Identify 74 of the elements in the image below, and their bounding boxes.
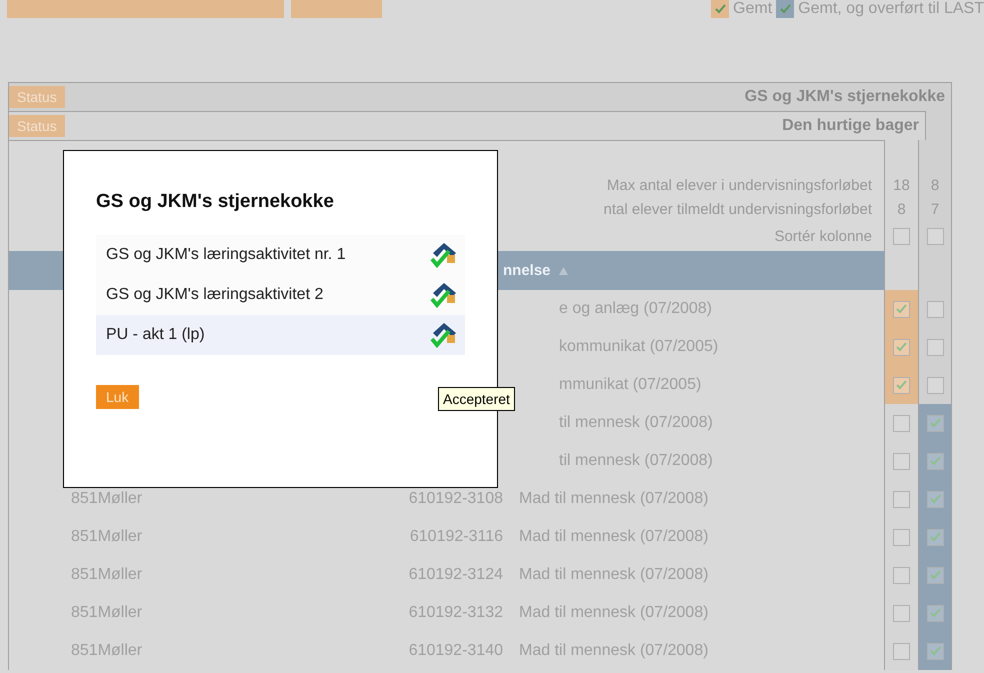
checkbox[interactable] [893,452,910,470]
checkbox[interactable] [926,642,944,660]
checkbox[interactable] [926,414,944,432]
description-cell-text: til mennesk (07/2008) [558,414,713,432]
checkbox[interactable] [926,228,944,244]
group-title: Den hurtige bager [782,117,919,135]
check-icon [896,342,907,352]
checkbox[interactable] [893,490,910,508]
checkbox[interactable] [926,338,944,356]
checkbox[interactable] [893,528,910,546]
activity-item[interactable]: GS og JKM's læringsaktivitet nr. 1 [96,235,465,275]
count-value: 18 [893,176,910,194]
check-icon [930,646,940,656]
check-icon [896,304,907,314]
checkbox[interactable] [926,452,944,470]
check-icon [930,608,940,618]
status-label: Status [9,86,65,108]
accepted-icon [429,241,459,269]
check-icon [930,494,940,504]
group-title: GS og JKM's stjernekokke [744,88,945,106]
checkbox[interactable] [893,566,910,584]
description-cell-text: til mennesk (07/2008) [558,452,713,470]
check-icon [930,570,940,580]
check-icon [930,532,940,542]
checkbox[interactable] [893,642,910,660]
name-cell-text: 851Møller [71,528,144,546]
checkbox[interactable] [893,376,910,394]
activity-item[interactable]: GS og JKM's læringsaktivitet 2 [96,275,465,315]
checkbox[interactable] [926,566,944,584]
checkbox[interactable] [893,604,910,622]
activity-item[interactable]: PU - akt 1 (lp) [96,315,465,355]
check-icon [780,4,791,14]
sort-label: Sortér kolonne [774,228,873,244]
number-cell-text: 610192-3108 [408,490,503,508]
checkbox[interactable] [926,604,944,622]
checkbox[interactable] [926,300,944,318]
check-icon [930,456,940,466]
description-cell-text: Mad til mennesk (07/2008) [518,604,708,622]
number-cell-text: 610192-3140 [408,642,503,660]
checkbox[interactable] [893,338,910,356]
sort-up-icon [558,266,568,274]
name-cell-text: 851Møller [71,490,144,508]
legend-label: Gemt, og overført til LAST [798,0,984,18]
number-cell-text: 610192-3116 [408,528,503,546]
number-cell-text: 610192-3132 [408,604,503,622]
accepted-icon [429,281,459,309]
checkbox[interactable] [926,376,944,394]
description-cell-text: kommunikat (07/2005) [558,338,718,356]
number-cell-text: 610192-3124 [408,566,503,584]
name-cell-text: 851Møller [71,642,144,660]
description-cell-text: Mad til mennesk (07/2008) [518,642,708,660]
description-cell-text: e og anlæg (07/2008) [558,300,712,318]
tooltip: Accepteret [438,387,515,411]
dialog-title: GS og JKM's stjernekokke [96,191,335,213]
count-label: ntal elever tilmeldt undervisningsforløbet [604,200,873,218]
checkbox[interactable] [893,300,910,318]
checkbox[interactable] [893,414,910,432]
check-icon [896,380,907,390]
accepted-icon [429,321,459,349]
checkbox[interactable] [926,528,944,546]
check-icon [930,418,940,428]
name-cell-text: 851Møller [71,604,144,622]
check-icon [714,4,726,14]
description-cell-text: mmunikat (07/2005) [558,376,702,394]
checkbox[interactable] [926,490,944,508]
count-value: 8 [897,200,906,218]
legend-label: Gemt [733,0,772,18]
description-cell-text: Mad til mennesk (07/2008) [518,490,708,508]
name-cell-text: 851Møller [71,566,144,584]
count-label: Max antal elever i undervisningsforløbet [606,176,873,194]
description-cell-text: Mad til mennesk (07/2008) [518,528,708,546]
description-cell-text: Mad til mennesk (07/2008) [518,566,708,584]
status-label: Status [9,115,65,137]
checkbox[interactable] [893,228,910,244]
